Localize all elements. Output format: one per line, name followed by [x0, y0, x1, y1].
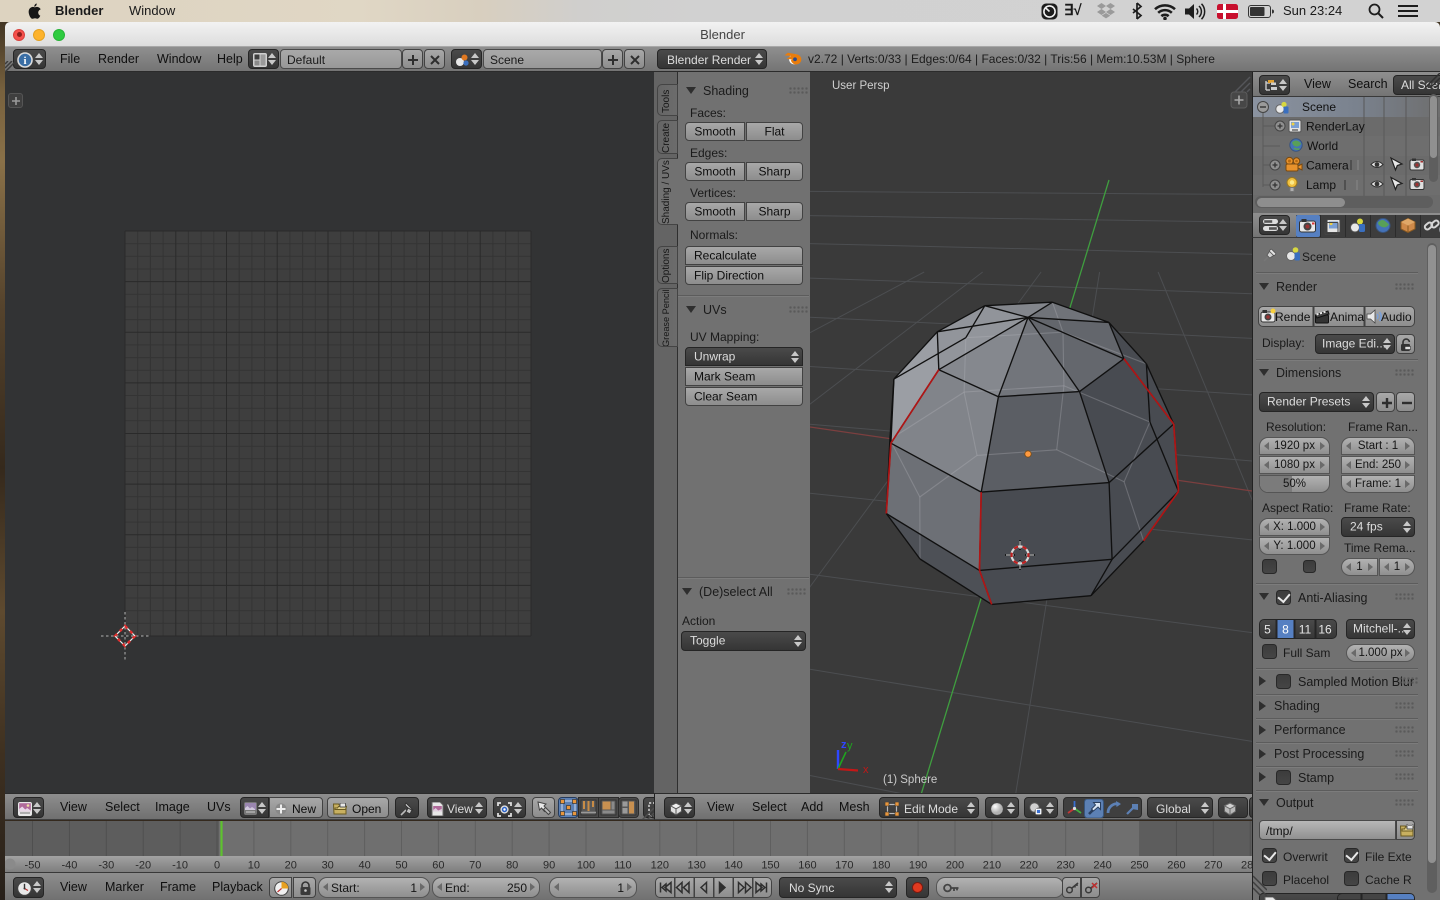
svg-text:80: 80 — [506, 860, 518, 872]
svg-text:230: 230 — [1057, 860, 1075, 872]
svg-text:20: 20 — [285, 860, 297, 872]
svg-text:270: 270 — [1204, 860, 1222, 872]
svg-text:250: 250 — [1130, 860, 1148, 872]
svg-text:-30: -30 — [98, 860, 114, 872]
svg-text:200: 200 — [946, 860, 964, 872]
svg-text:y: y — [847, 740, 853, 752]
svg-text:220: 220 — [1020, 860, 1038, 872]
svg-text:i: i — [23, 55, 26, 67]
svg-text:(1) Sphere: (1) Sphere — [883, 774, 937, 786]
svg-text:Scene: Scene — [1302, 100, 1336, 114]
svg-text:RenderLay: RenderLay — [1306, 120, 1365, 134]
svg-text:10: 10 — [248, 860, 260, 872]
svg-text:-10: -10 — [172, 860, 188, 872]
svg-text:110: 110 — [614, 860, 632, 872]
svg-text:-20: -20 — [135, 860, 151, 872]
svg-text:190: 190 — [909, 860, 927, 872]
svg-text:180: 180 — [872, 860, 890, 872]
svg-text:x: x — [863, 764, 869, 776]
svg-text:120: 120 — [651, 860, 669, 872]
svg-text:Lamp: Lamp — [1306, 178, 1336, 192]
svg-text:140: 140 — [724, 860, 742, 872]
svg-text:130: 130 — [688, 860, 706, 872]
svg-text:60: 60 — [432, 860, 444, 872]
svg-text:-40: -40 — [61, 860, 77, 872]
svg-text:User Persp: User Persp — [832, 80, 890, 92]
svg-text:160: 160 — [798, 860, 816, 872]
svg-text:World: World — [1307, 139, 1338, 153]
svg-text:16: 16 — [1318, 623, 1332, 637]
svg-text:Audio: Audio — [1381, 310, 1412, 324]
svg-text:0: 0 — [214, 860, 220, 872]
svg-text:50: 50 — [395, 860, 407, 872]
svg-text:Camera: Camera — [1306, 159, 1349, 173]
svg-text:30: 30 — [322, 860, 334, 872]
svg-text:210: 210 — [983, 860, 1001, 872]
svg-text:90: 90 — [543, 860, 555, 872]
svg-text:170: 170 — [835, 860, 853, 872]
svg-text:240: 240 — [1093, 860, 1111, 872]
svg-text:11: 11 — [1299, 623, 1312, 637]
svg-text:100: 100 — [577, 860, 595, 872]
svg-text:260: 260 — [1167, 860, 1185, 872]
svg-text:280: 280 — [1241, 860, 1252, 872]
svg-text:5: 5 — [1264, 623, 1271, 637]
svg-text:Anima: Anima — [1330, 310, 1364, 324]
svg-text:40: 40 — [358, 860, 370, 872]
svg-text:-50: -50 — [25, 860, 41, 872]
svg-text:150: 150 — [761, 860, 779, 872]
svg-text:8: 8 — [1282, 623, 1289, 637]
svg-text:Rende: Rende — [1275, 310, 1311, 324]
svg-text:70: 70 — [469, 860, 481, 872]
